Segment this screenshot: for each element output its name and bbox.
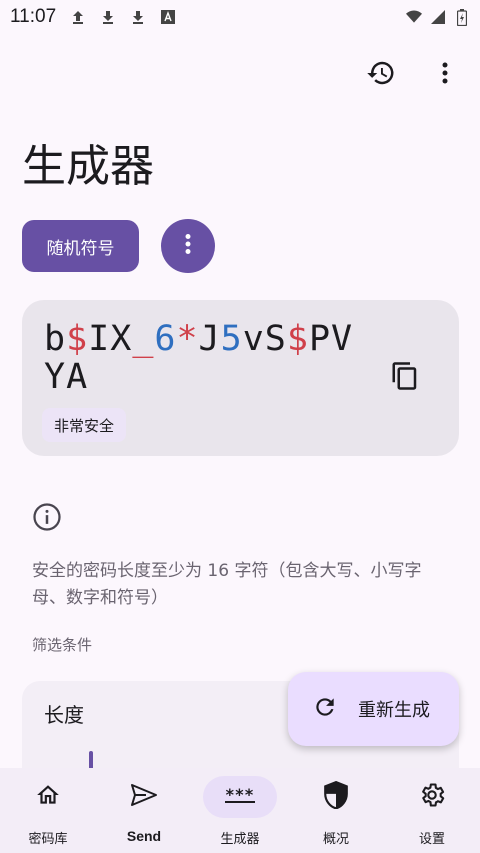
- regenerate-button[interactable]: 重新生成: [288, 672, 459, 746]
- password-char-group: b: [44, 319, 67, 359]
- password-char-group: J: [198, 319, 221, 359]
- regenerate-label: 重新生成: [358, 700, 430, 721]
- bottom-navigation: 密码库 Send *** 生成器 概况 设置: [0, 768, 480, 853]
- password-type-button[interactable]: 随机符号: [22, 220, 139, 272]
- shield-icon: [323, 780, 349, 813]
- nav-item-overview[interactable]: 概况: [288, 768, 384, 853]
- wifi-icon: [406, 9, 422, 25]
- refresh-icon: [312, 694, 338, 724]
- more-vert-icon: [184, 233, 192, 259]
- info-icon: [32, 502, 62, 532]
- filter-section-label: 筛选条件: [32, 636, 93, 654]
- copy-icon: [390, 361, 420, 395]
- status-bar: 11:07: [0, 0, 480, 34]
- nav-label: 设置: [418, 832, 445, 847]
- password-hint: 安全的密码长度至少为 16 字符（包含大写、小写字母、数字和符号）: [32, 561, 422, 608]
- nav-item-vault[interactable]: 密码库: [0, 768, 96, 853]
- battery-icon: [454, 8, 470, 26]
- password-char-group: $: [286, 319, 309, 359]
- more-vert-icon: [441, 61, 449, 89]
- length-title: 长度: [44, 703, 84, 727]
- more-options-button[interactable]: [428, 58, 462, 92]
- home-icon: [35, 782, 61, 812]
- password-char-group: vS: [242, 319, 287, 359]
- gear-icon: [418, 781, 446, 813]
- password-char-group: $: [66, 319, 89, 359]
- upload-icon: [70, 9, 86, 25]
- nav-label: Send: [126, 828, 162, 844]
- history-icon: [366, 58, 396, 92]
- status-time: 11:07: [10, 6, 57, 27]
- password-char-group: IX: [88, 319, 133, 359]
- nav-label: 概况: [322, 832, 349, 847]
- download-icon: [130, 9, 146, 25]
- nav-item-send[interactable]: Send: [96, 768, 192, 853]
- nav-label: 生成器: [220, 832, 260, 847]
- password-card: b$IX_6*J5vS$PVYA 非常安全: [22, 300, 459, 456]
- password-char-group: _: [132, 319, 155, 359]
- strength-badge: 非常安全: [42, 408, 127, 442]
- nav-label: 密码库: [28, 832, 68, 847]
- send-icon: [130, 783, 158, 811]
- type-more-button[interactable]: [161, 219, 215, 273]
- svg-text:***: ***: [225, 787, 254, 803]
- nav-item-settings[interactable]: 设置: [384, 768, 480, 853]
- signal-icon: [430, 9, 446, 25]
- password-icon: ***: [224, 785, 256, 807]
- password-char-group: *: [176, 319, 199, 359]
- copy-button[interactable]: [387, 360, 423, 396]
- download-icon: [100, 9, 116, 25]
- history-button[interactable]: [364, 58, 398, 92]
- page-title: 生成器: [22, 141, 154, 192]
- password-char-group: 5: [220, 319, 243, 359]
- generated-password[interactable]: b$IX_6*J5vS$PVYA: [44, 320, 364, 396]
- nav-item-generator[interactable]: *** 生成器: [192, 768, 288, 853]
- font-icon: [160, 9, 176, 25]
- password-char-group: 6: [154, 319, 177, 359]
